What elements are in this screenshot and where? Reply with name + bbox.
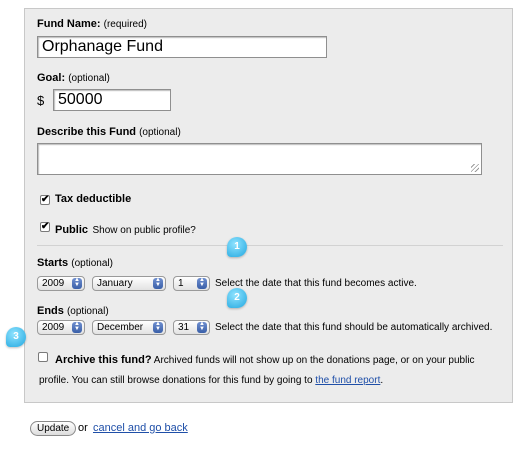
or-text: or bbox=[78, 422, 88, 434]
starts-year-select[interactable]: 2009 ▲ ▼ bbox=[37, 276, 85, 291]
update-button[interactable]: Update bbox=[30, 421, 77, 436]
public-checkbox[interactable]: ✔ bbox=[40, 222, 50, 232]
select-arrows-icon: ▲ ▼ bbox=[153, 277, 163, 289]
fund-name-input[interactable]: Orphanage Fund bbox=[37, 36, 327, 58]
select-arrows-icon: ▲ ▼ bbox=[153, 321, 163, 333]
public-label: Public Show on public profile? bbox=[55, 224, 196, 236]
callout-badge-2: 2 bbox=[227, 288, 247, 308]
ends-day-select[interactable]: 31 ▲ ▼ bbox=[173, 320, 210, 335]
ends-month-select[interactable]: December ▲ ▼ bbox=[92, 320, 166, 335]
archive-description: Archive this fund? Archived funds will n… bbox=[39, 354, 475, 386]
select-arrows-icon: ▲ ▼ bbox=[72, 277, 82, 289]
goal-label: Goal: (optional) bbox=[37, 72, 110, 84]
select-arrows-icon: ▲ ▼ bbox=[197, 321, 207, 333]
goal-input[interactable]: 50000 bbox=[53, 89, 171, 111]
resize-grip-icon[interactable] bbox=[471, 164, 479, 172]
starts-day-select[interactable]: 1 ▲ ▼ bbox=[173, 276, 210, 291]
cancel-link[interactable]: cancel and go back bbox=[93, 422, 188, 434]
starts-month-select[interactable]: January ▲ ▼ bbox=[92, 276, 166, 291]
select-arrows-icon: ▲ ▼ bbox=[197, 277, 207, 289]
description-label: Describe this Fund (optional) bbox=[37, 126, 181, 138]
fund-name-label: Fund Name: (required) bbox=[37, 18, 147, 30]
tax-deductible-label: Tax deductible bbox=[55, 193, 132, 205]
callout-badge-1: 1 bbox=[227, 237, 247, 257]
divider bbox=[37, 245, 503, 246]
ends-year-select[interactable]: 2009 ▲ ▼ bbox=[37, 320, 85, 335]
fund-form-panel: Fund Name: (required) Orphanage Fund Goa… bbox=[24, 8, 513, 403]
select-arrows-icon: ▲ ▼ bbox=[72, 321, 82, 333]
callout-badge-3: 3 bbox=[6, 327, 26, 347]
ends-label: Ends (optional) bbox=[37, 305, 109, 317]
ends-help-text: Select the date that this fund should be… bbox=[215, 322, 493, 333]
currency-symbol: $ bbox=[37, 93, 45, 108]
fund-report-link[interactable]: the fund report bbox=[315, 375, 380, 386]
starts-label: Starts (optional) bbox=[37, 257, 113, 269]
tax-deductible-checkbox[interactable]: ✔ bbox=[40, 195, 50, 205]
archive-checkbox[interactable] bbox=[38, 352, 48, 362]
starts-help-text: Select the date that this fund becomes a… bbox=[215, 278, 417, 289]
description-textarea[interactable] bbox=[37, 143, 482, 175]
